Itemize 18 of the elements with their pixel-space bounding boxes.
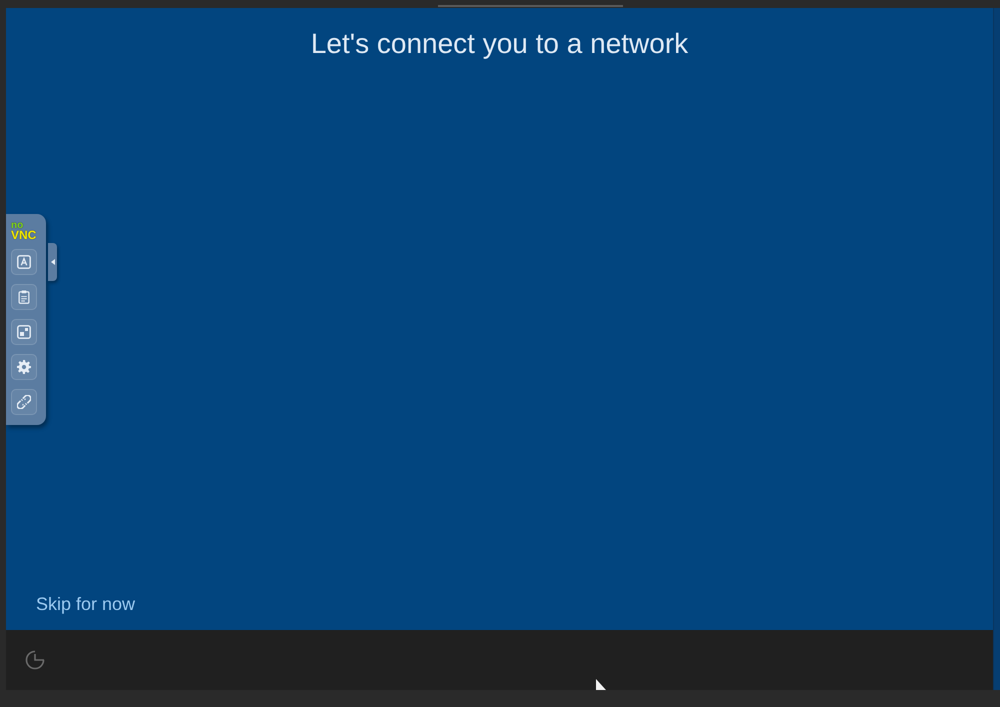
mouse-cursor-icon — [596, 679, 606, 690]
disconnect-button[interactable] — [11, 389, 37, 415]
clipboard-button[interactable] — [11, 284, 37, 310]
squares-icon — [17, 325, 31, 339]
gear-icon — [17, 360, 31, 374]
scaling-button[interactable] — [11, 319, 37, 345]
skip-link[interactable]: Skip for now — [36, 593, 136, 615]
broken-link-icon — [17, 395, 31, 409]
logo-text: no — [11, 222, 24, 230]
control-bar-handle[interactable] — [48, 243, 57, 281]
caret-icon — [50, 259, 54, 265]
keyboard-key-icon — [17, 255, 31, 269]
page-title: Let's connect you to a network — [310, 27, 688, 61]
clipboard-icon — [17, 290, 31, 304]
keyboard-button[interactable] — [11, 249, 37, 275]
settings-button[interactable] — [11, 354, 37, 380]
logo-text: VNC — [11, 230, 36, 240]
dial-icon[interactable] — [25, 650, 45, 670]
